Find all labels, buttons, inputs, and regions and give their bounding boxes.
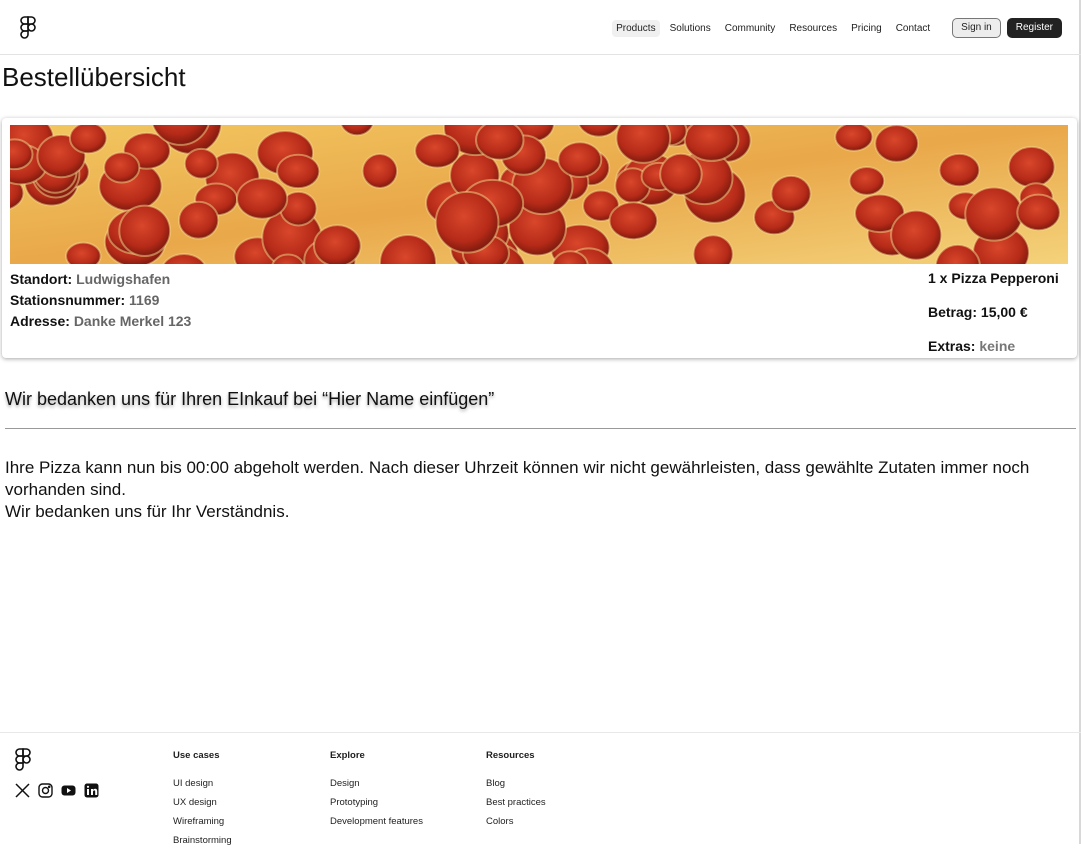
extras-value: keine xyxy=(979,338,1016,354)
footer-link[interactable]: UX design xyxy=(173,797,232,816)
thanks-understanding-text: Wir bedanken uns für Ihr Verständnis. xyxy=(5,502,290,521)
amount-row: Betrag: 15,00 € xyxy=(928,303,1059,337)
order-card: Standort: Ludwigshafen Stationsnummer: 1… xyxy=(2,118,1077,358)
address-row: Adresse: Danke Merkel 123 xyxy=(10,311,191,332)
address-label: Adresse: xyxy=(10,313,70,329)
amount-value: 15,00 € xyxy=(980,304,1028,320)
station-row: Stationsnummer: 1169 xyxy=(10,290,191,311)
pepperoni-pizza-photo xyxy=(10,125,1068,264)
main-nav: Products Solutions Community Resources P… xyxy=(612,18,1062,38)
nav-contact[interactable]: Contact xyxy=(892,20,934,37)
page-title: Bestellübersicht xyxy=(2,62,186,92)
location-row: Standort: Ludwigshafen xyxy=(10,269,191,290)
order-item: 1 x Pizza Pepperoni xyxy=(928,270,1059,286)
nav-pricing[interactable]: Pricing xyxy=(847,20,886,37)
location-label: Standort: xyxy=(10,271,73,287)
linkedin-icon[interactable] xyxy=(84,783,99,798)
sign-in-button[interactable]: Sign in xyxy=(952,18,1001,38)
figma-logo-icon[interactable] xyxy=(20,16,36,40)
divider xyxy=(5,428,1076,429)
nav-products[interactable]: Products xyxy=(612,19,660,37)
address-value: Danke Merkel 123 xyxy=(73,313,192,329)
register-button[interactable]: Register xyxy=(1006,18,1062,38)
footer-link[interactable]: Colors xyxy=(486,816,546,835)
footer-link[interactable]: Brainstorming xyxy=(173,835,232,854)
footer-heading: Use cases xyxy=(173,750,220,761)
location-value: Ludwigshafen xyxy=(76,271,171,287)
site-header: Products Solutions Community Resources P… xyxy=(0,0,1081,55)
footer-heading: Explore xyxy=(330,750,365,761)
station-label: Stationsnummer: xyxy=(10,292,126,308)
x-icon[interactable] xyxy=(15,783,30,798)
extras-row: Extras: keine xyxy=(928,337,1059,371)
station-info: Standort: Ludwigshafen Stationsnummer: 1… xyxy=(10,269,191,332)
footer-link[interactable]: Wireframing xyxy=(173,816,232,835)
instagram-icon[interactable] xyxy=(38,783,53,798)
footer-column-resources: Resources Blog Best practices Colors xyxy=(486,750,546,835)
social-links xyxy=(15,783,99,798)
footer-link[interactable]: UI design xyxy=(173,778,232,797)
pickup-text: Ihre Pizza kann nun bis 00:00 abgeholt w… xyxy=(5,458,1030,499)
nav-resources[interactable]: Resources xyxy=(785,20,841,37)
thanks-heading: Wir bedanken uns für Ihren EInkauf bei “… xyxy=(5,389,495,409)
footer-link[interactable]: Best practices xyxy=(486,797,546,816)
order-summary: 1 x Pizza Pepperoni Betrag: 15,00 € Extr… xyxy=(928,269,1059,371)
footer-column-use-cases: Use cases UI design UX design Wireframin… xyxy=(173,750,232,854)
station-value: 1169 xyxy=(129,292,160,308)
site-footer: Use cases UI design UX design Wireframin… xyxy=(0,732,1081,846)
footer-column-explore: Explore Design Prototyping Development f… xyxy=(330,750,423,835)
footer-link[interactable]: Blog xyxy=(486,778,546,797)
youtube-icon[interactable] xyxy=(61,783,76,798)
footer-link[interactable]: Development features xyxy=(330,816,423,835)
pickup-message: Ihre Pizza kann nun bis 00:00 abgeholt w… xyxy=(5,457,1065,523)
nav-solutions[interactable]: Solutions xyxy=(666,20,715,37)
footer-heading: Resources xyxy=(486,750,535,761)
extras-label: Extras: xyxy=(928,338,976,354)
amount-label: Betrag: xyxy=(928,304,978,320)
footer-link[interactable]: Design xyxy=(330,778,423,797)
nav-community[interactable]: Community xyxy=(721,20,780,37)
footer-link[interactable]: Prototyping xyxy=(330,797,423,816)
figma-logo-icon[interactable] xyxy=(15,748,31,772)
